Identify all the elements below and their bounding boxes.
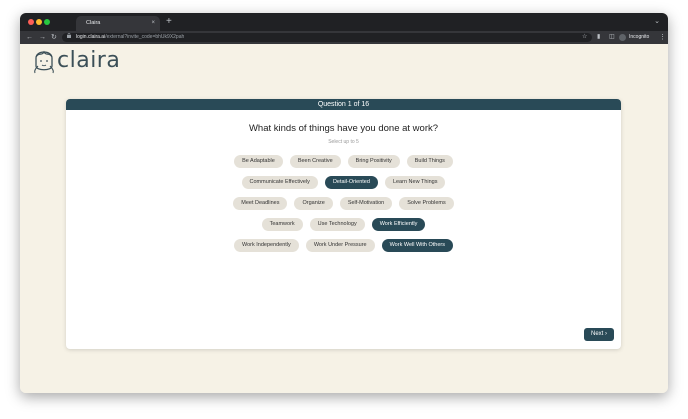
- question-progress: Question 1 of 16: [66, 99, 621, 110]
- address-bar[interactable]: login.claira.ai/external?invite_code=bhU…: [62, 32, 592, 42]
- maximize-window-button[interactable]: [44, 19, 50, 25]
- incognito-label: Incognito: [629, 34, 650, 40]
- bookmark-star-icon[interactable]: ☆: [582, 31, 587, 44]
- tab-bar: Claira × + ⌄: [20, 13, 668, 31]
- next-button[interactable]: Next ›: [584, 328, 614, 341]
- chip-be-adaptable[interactable]: Be Adaptable: [234, 155, 283, 168]
- chip-detail-oriented[interactable]: Detail-Oriented: [324, 176, 378, 189]
- chip-row-2: Communicate Effectively Detail-Oriented …: [66, 176, 621, 189]
- chip-build-things[interactable]: Build Things: [406, 155, 453, 168]
- chip-teamwork[interactable]: Teamwork: [261, 218, 303, 231]
- chip-row-3: Meet Deadlines Organize Self-Motivation …: [66, 197, 621, 210]
- next-button-label: Next: [590, 331, 604, 337]
- forward-arrow-icon[interactable]: →: [39, 31, 46, 44]
- chip-solve-problems[interactable]: Solve Problems: [399, 197, 454, 210]
- browser-toolbar: ← → ↻ login.claira.ai/external?invite_co…: [20, 31, 668, 44]
- browser-tab[interactable]: Claira ×: [76, 16, 160, 31]
- question-title: What kinds of things have you done at wo…: [248, 123, 439, 134]
- browser-menu-icon[interactable]: ⋮: [659, 31, 666, 44]
- selection-hint: Select up to 5: [328, 139, 359, 145]
- chip-learn-new-things[interactable]: Learn New Things: [384, 176, 446, 189]
- chip-organize[interactable]: Organize: [294, 197, 333, 210]
- logo-face-icon: [34, 50, 54, 74]
- question-card: Question 1 of 16 What kinds of things ha…: [66, 99, 621, 349]
- chip-work-under-pressure[interactable]: Work Under Pressure: [305, 239, 375, 252]
- claira-logo[interactable]: claira: [32, 46, 120, 76]
- logo-wordmark: claira: [57, 48, 121, 73]
- lock-icon: [67, 32, 71, 42]
- side-panel-icon[interactable]: ◫: [609, 31, 615, 44]
- page-viewport: claira Question 1 of 16 What kinds of th…: [20, 44, 668, 393]
- chip-communicate-effectively[interactable]: Communicate Effectively: [241, 176, 318, 189]
- chip-meet-deadlines[interactable]: Meet Deadlines: [233, 197, 288, 210]
- chip-bring-positivity[interactable]: Bring Positivity: [347, 155, 400, 168]
- extensions-puzzle-icon[interactable]: ▮: [597, 31, 600, 44]
- reload-icon[interactable]: ↻: [51, 31, 57, 44]
- chip-self-motivation[interactable]: Self-Motivation: [339, 197, 393, 210]
- chip-work-efficiently[interactable]: Work Efficiently: [371, 218, 426, 231]
- chevron-right-icon: ›: [605, 331, 607, 337]
- chip-row-5: Work Independently Work Under Pressure W…: [66, 239, 621, 252]
- chip-use-technology[interactable]: Use Technology: [309, 218, 365, 231]
- chip-work-well-with-others[interactable]: Work Well With Others: [381, 239, 454, 252]
- chip-been-creative[interactable]: Been Creative: [289, 155, 341, 168]
- minimize-window-button[interactable]: [36, 19, 42, 25]
- tab-close-icon[interactable]: ×: [151, 16, 155, 31]
- close-window-button[interactable]: [28, 19, 34, 25]
- chip-row-4: Teamwork Use Technology Work Efficiently: [66, 218, 621, 231]
- tab-search-chevron-icon[interactable]: ⌄: [654, 16, 660, 28]
- browser-window: Claira × + ⌄ ← → ↻ login.claira.ai/exter…: [20, 13, 668, 393]
- new-tab-button[interactable]: +: [166, 16, 172, 28]
- chip-work-independently[interactable]: Work Independently: [233, 239, 299, 252]
- chip-row-1: Be Adaptable Been Creative Bring Positiv…: [66, 155, 621, 168]
- tab-title: Claira: [86, 20, 101, 26]
- incognito-icon[interactable]: [619, 34, 626, 41]
- url-host: login.claira.ai: [76, 34, 106, 40]
- back-arrow-icon[interactable]: ←: [26, 31, 33, 44]
- url-path: /external?invite_code=bhUk9X2pah: [105, 34, 185, 40]
